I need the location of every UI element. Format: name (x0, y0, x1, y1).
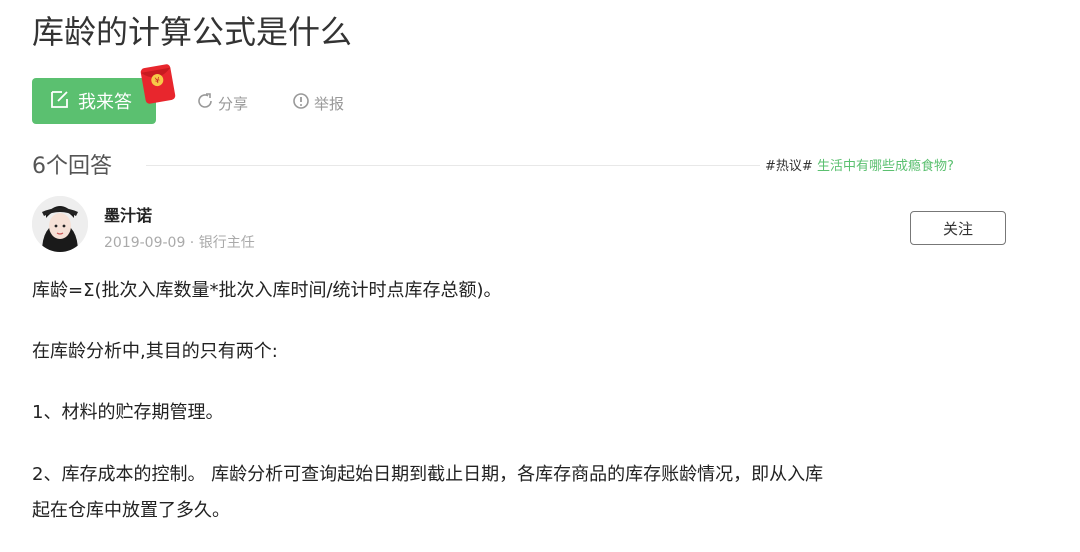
follow-button[interactable]: 关注 (910, 211, 1006, 245)
hot-tag: #热议# (765, 159, 813, 174)
answer-paragraph: 在库龄分析中,其目的只有两个: (32, 341, 278, 362)
answer-paragraph: 库龄=Σ(批次入库数量*批次入库时间/统计时点库存总额)。 (32, 280, 502, 301)
page-title: 库龄的计算公式是什么 (32, 13, 353, 51)
hot-topic-link[interactable]: #热议# 生活中有哪些成瘾食物? (765, 155, 954, 174)
answer-button[interactable]: 我来答 (32, 78, 156, 124)
answer-count: 6个回答 (32, 154, 112, 179)
report-action[interactable]: 举报 (292, 92, 344, 114)
edit-icon (50, 89, 78, 114)
red-packet-icon[interactable]: ¥ (138, 61, 178, 106)
avatar[interactable] (32, 196, 88, 252)
answer-paragraph: 1、材料的贮存期管理。 (32, 402, 224, 423)
share-action[interactable]: 分享 (196, 92, 248, 114)
answer-button-label: 我来答 (78, 92, 132, 113)
author-name[interactable]: 墨汁诺 (104, 202, 152, 226)
author-meta: 2019-09-09 · 银行主任 (104, 235, 255, 251)
share-label: 分享 (218, 94, 249, 113)
answer-paragraph: 2、库存成本的控制。 库龄分析可查询起始日期到截止日期，各库存商品的库存账龄情况… (32, 464, 824, 485)
report-icon (292, 92, 314, 114)
share-icon (196, 92, 218, 114)
section-divider (146, 165, 760, 166)
report-label: 举报 (314, 94, 345, 113)
hot-topic-text[interactable]: 生活中有哪些成瘾食物? (817, 159, 954, 174)
answer-paragraph: 起在仓库中放置了多久。 (32, 500, 230, 521)
